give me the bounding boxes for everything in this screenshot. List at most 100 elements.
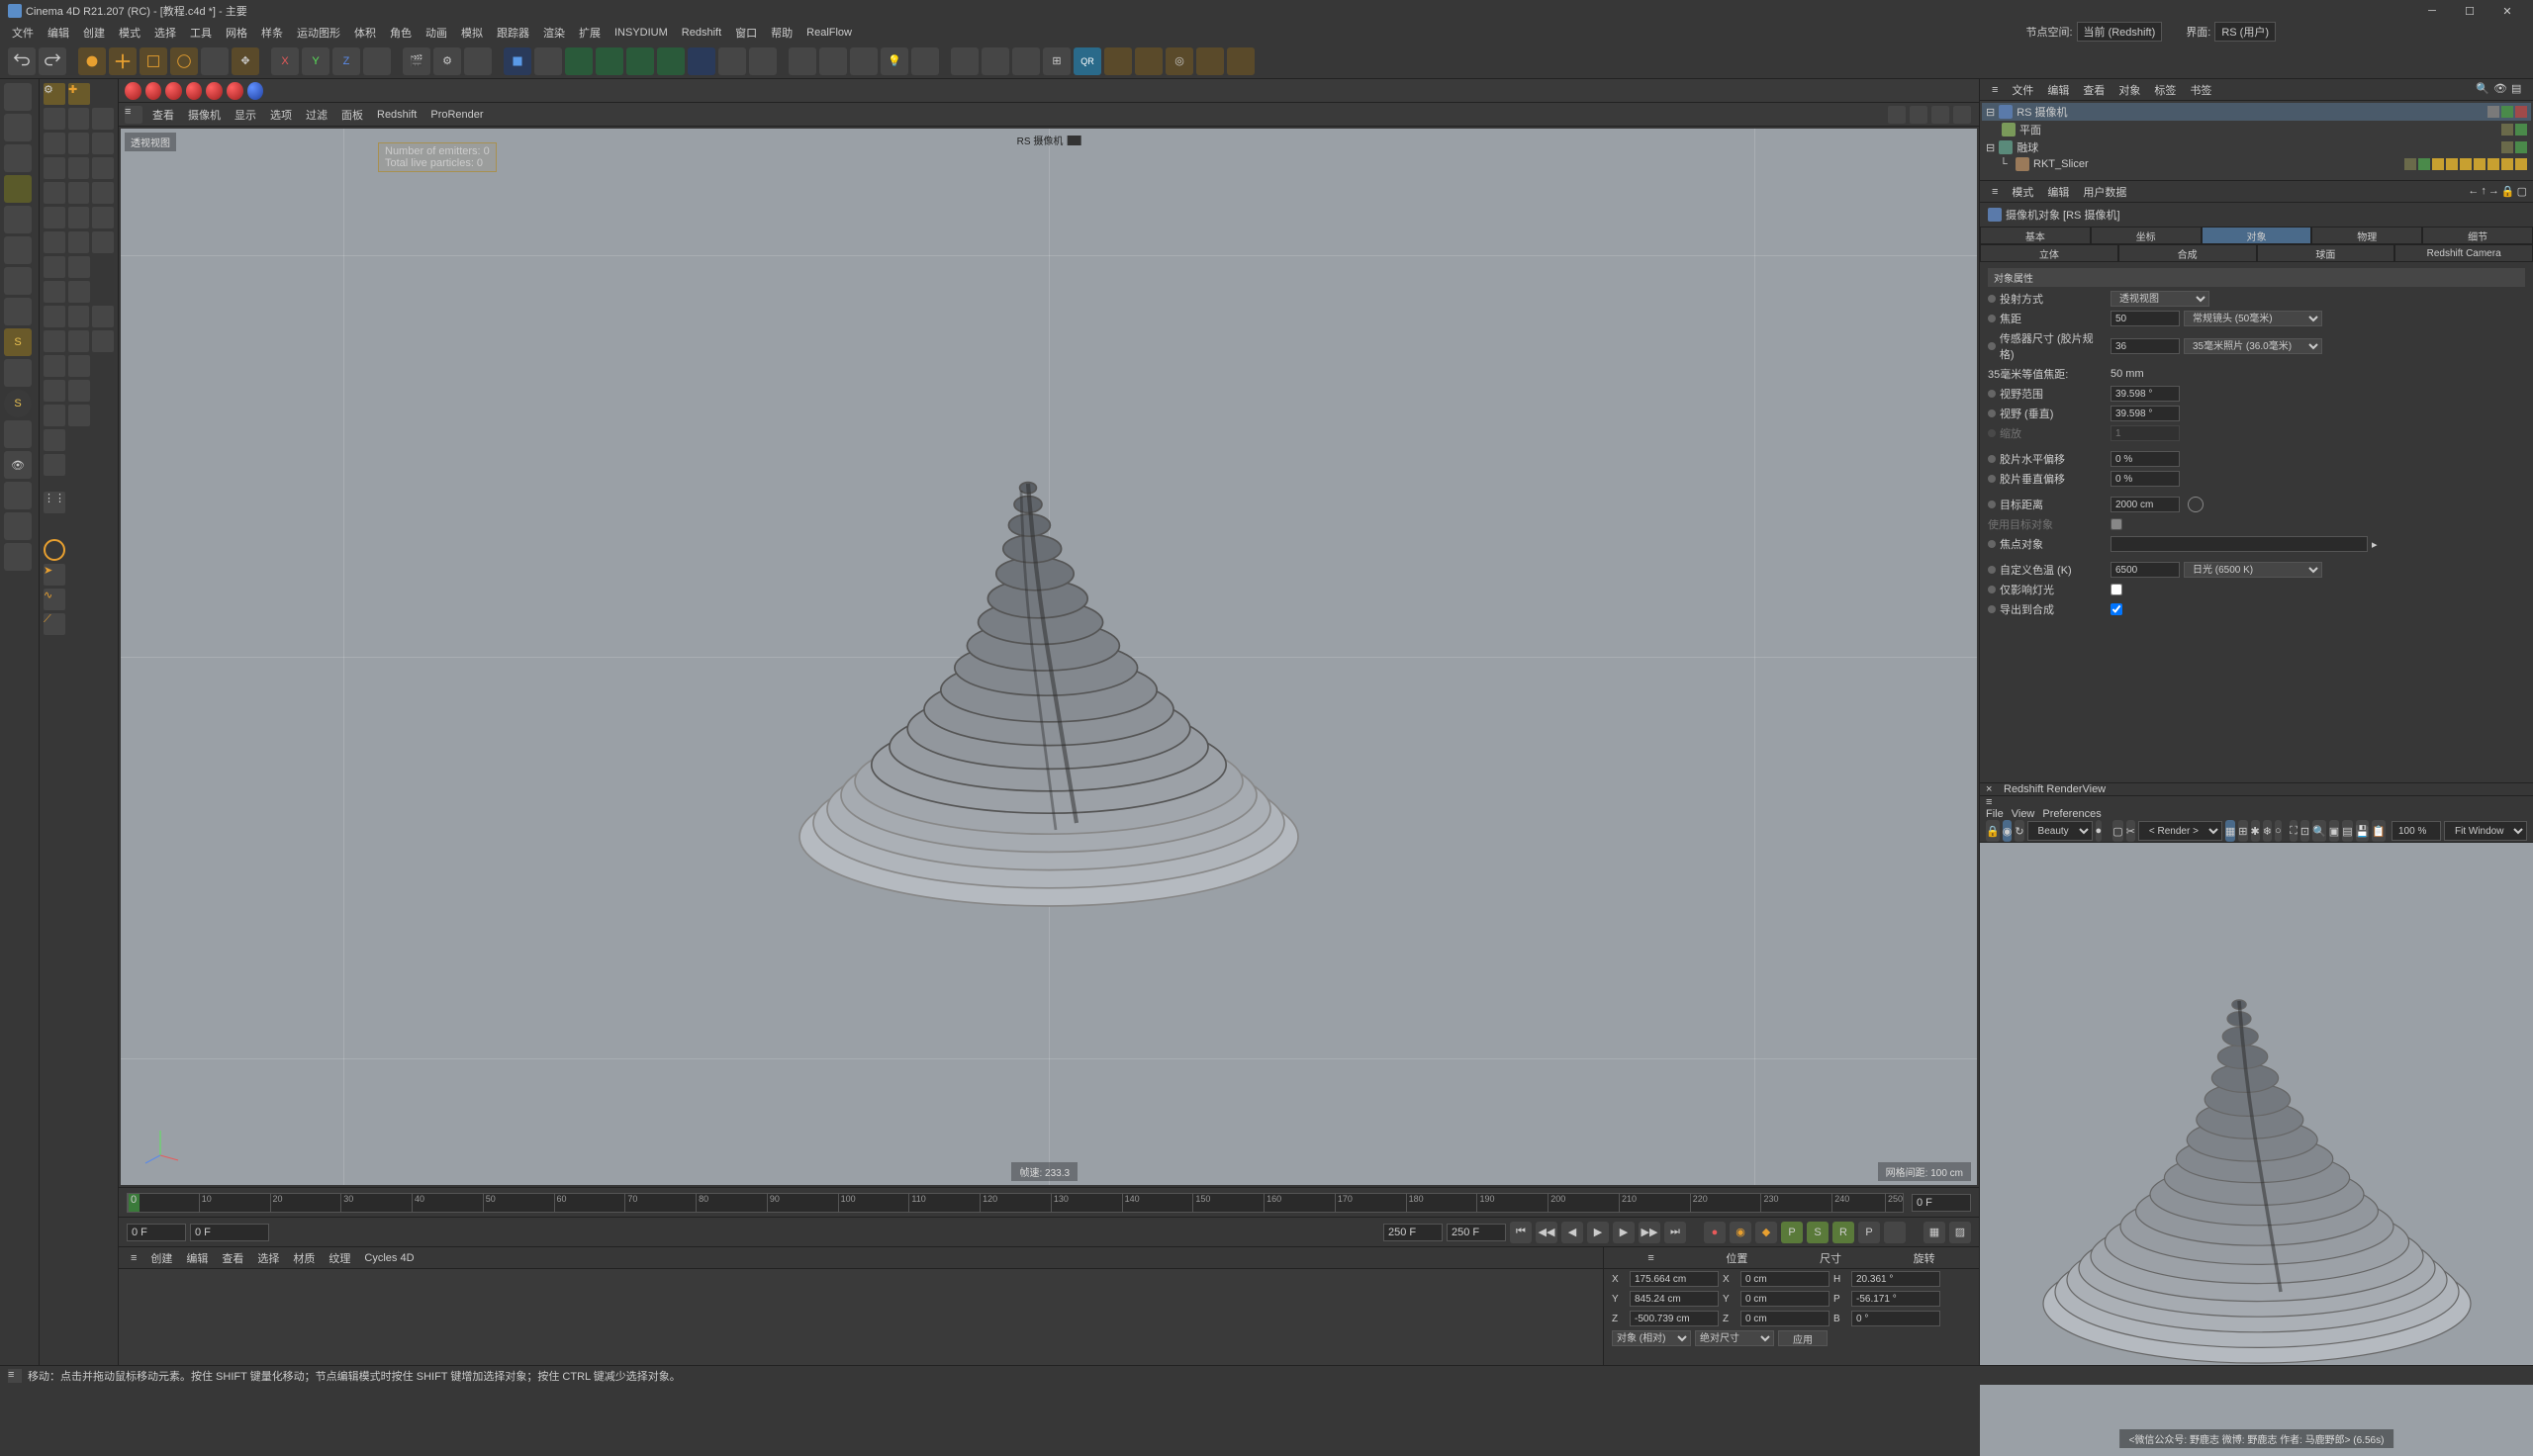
new-icon[interactable]: ▢	[2517, 185, 2527, 198]
whitebal-preset[interactable]: 日光 (6500 K)	[2184, 562, 2322, 578]
rv-refresh-icon[interactable]: ↻	[2015, 820, 2023, 842]
vp-prorender[interactable]: ProRender	[424, 107, 489, 123]
sensor-input[interactable]	[2111, 338, 2180, 354]
tool-r5c[interactable]	[92, 207, 114, 228]
redo-button[interactable]	[39, 47, 66, 75]
tool-r16a[interactable]: ⋮⋮	[44, 492, 65, 513]
arrow-tool-icon[interactable]: ➤	[44, 564, 65, 586]
tab-object[interactable]: 对象	[2202, 227, 2312, 244]
red-ball-3-icon[interactable]	[165, 82, 182, 100]
more2-icon[interactable]	[1227, 47, 1255, 75]
autokey-button[interactable]: ◉	[1730, 1222, 1751, 1243]
rv-snow-icon[interactable]: ❄	[2263, 820, 2272, 842]
tool-r2c[interactable]	[92, 133, 114, 154]
focal-preset[interactable]: 常规镜头 (50毫米)	[2184, 311, 2322, 326]
grid-mode[interactable]	[4, 482, 32, 509]
fwd-icon[interactable]: →	[2488, 185, 2499, 198]
tool-r12a[interactable]	[44, 380, 65, 402]
mat-edit[interactable]: 编辑	[180, 1248, 214, 1268]
tool-r3a[interactable]	[44, 157, 65, 179]
tool-r1b[interactable]	[68, 108, 90, 130]
tool-r2b[interactable]	[68, 133, 90, 154]
red-ball-6-icon[interactable]	[227, 82, 243, 100]
tab-basic[interactable]: 基本	[1980, 227, 2091, 244]
rot-key-button[interactable]: R	[1832, 1222, 1854, 1243]
vp-menu-icon[interactable]: ≡	[125, 106, 142, 124]
tag3-button[interactable]	[1012, 47, 1040, 75]
object-list[interactable]: ⊟RS 摄像机 平面 ⊟融球 └RKT_Slicer	[1980, 101, 2533, 180]
red-ball-5-icon[interactable]	[206, 82, 223, 100]
sculpt-mode[interactable]: S	[4, 390, 32, 417]
gear-icon[interactable]	[1135, 47, 1163, 75]
menu-insydium[interactable]: INSYDIUM	[609, 25, 674, 41]
obj-edit[interactable]: 编辑	[2041, 80, 2075, 100]
blue-ball-icon[interactable]	[247, 82, 264, 100]
viewport[interactable]: 透视视图 RS 摄像机 Number of emitters: 0 Total …	[121, 129, 1977, 1185]
rotate-tool[interactable]	[170, 47, 198, 75]
tool-r1a[interactable]	[44, 108, 65, 130]
shiftv-input[interactable]	[2111, 471, 2180, 487]
uv-mode[interactable]	[4, 298, 32, 325]
generator-button[interactable]	[565, 47, 593, 75]
world-axis-button[interactable]	[363, 47, 391, 75]
projection-select[interactable]: 透视视图	[2111, 291, 2209, 307]
obj-bookmarks[interactable]: 书签	[2184, 80, 2217, 100]
eye-icon[interactable]: 👁	[4, 451, 32, 479]
red-ball-4-icon[interactable]	[186, 82, 203, 100]
vp-nav2-icon[interactable]	[1910, 106, 1927, 124]
attr-mode[interactable]: 模式	[2006, 182, 2039, 202]
rv-snap2-icon[interactable]: ▤	[2342, 820, 2352, 842]
menu-mograph[interactable]: 运动图形	[291, 23, 346, 43]
target-input[interactable]	[2111, 497, 2180, 512]
tool-r8b[interactable]	[68, 281, 90, 303]
rv-save-icon[interactable]: 💾	[2356, 820, 2370, 842]
lock-icon[interactable]: 🔒	[2501, 185, 2515, 198]
point-mode[interactable]	[4, 206, 32, 233]
timeline[interactable]: 0 1020 3040 5060 7080 90100 110120 13014…	[119, 1187, 1979, 1217]
axis-y-button[interactable]: Y	[302, 47, 329, 75]
curve-tool-icon[interactable]: ⟋	[44, 613, 65, 635]
sky-button[interactable]	[819, 47, 847, 75]
red-ball-1-icon[interactable]	[125, 82, 141, 100]
record-button[interactable]: ●	[1704, 1222, 1726, 1243]
menu-character[interactable]: 角色	[384, 23, 418, 43]
coord-menu-icon[interactable]: ≡	[1647, 1252, 1653, 1264]
maximize-button[interactable]: ☐	[2452, 2, 2487, 20]
obj-tags[interactable]: 标签	[2148, 80, 2182, 100]
keyframe-button[interactable]: ◆	[1755, 1222, 1777, 1243]
tool-r11a[interactable]	[44, 355, 65, 377]
axis-z-button[interactable]: Z	[332, 47, 360, 75]
size-z[interactable]	[1740, 1311, 1829, 1326]
more-mode[interactable]	[4, 543, 32, 571]
obj-object[interactable]: 对象	[2112, 80, 2146, 100]
pos-x[interactable]	[1630, 1271, 1719, 1287]
up-icon[interactable]: ↑	[2481, 185, 2486, 198]
select-tool[interactable]	[78, 47, 106, 75]
coord-mode-select[interactable]: 对象 (相对)	[1612, 1330, 1691, 1346]
rv-close-icon[interactable]: ×	[1986, 783, 1998, 795]
polygon-mode[interactable]	[4, 267, 32, 295]
fovh-input[interactable]	[2111, 386, 2180, 402]
tool-r6c[interactable]	[92, 231, 114, 253]
tool-gear-icon[interactable]: ⚙	[44, 83, 65, 105]
menu-tracker[interactable]: 跟踪器	[491, 23, 535, 43]
rv-fit-select[interactable]: Fit Window	[2444, 821, 2527, 841]
play-button[interactable]: ▶	[1587, 1222, 1609, 1243]
search-icon[interactable]: 🔍	[2476, 82, 2491, 98]
rv-aov-select[interactable]: Beauty	[2027, 821, 2093, 841]
tool-r4c[interactable]	[92, 182, 114, 204]
shifth-input[interactable]	[2111, 451, 2180, 467]
menu-select[interactable]: 选择	[148, 23, 182, 43]
tool-r13b[interactable]	[68, 405, 90, 426]
red-ball-2-icon[interactable]	[145, 82, 162, 100]
axis-x-button[interactable]: X	[271, 47, 299, 75]
obj-view[interactable]: 查看	[2077, 80, 2111, 100]
texture-mode[interactable]	[4, 144, 32, 172]
menu-realflow[interactable]: RealFlow	[800, 25, 858, 41]
fcurve-button[interactable]: ▨	[1949, 1222, 1971, 1243]
tag2-button[interactable]	[982, 47, 1009, 75]
interface-select[interactable]: RS (用户)	[2214, 22, 2276, 42]
pos-z[interactable]	[1630, 1311, 1719, 1326]
rv-region-icon[interactable]: ▢	[2112, 820, 2122, 842]
size-mode-select[interactable]: 绝对尺寸	[1695, 1330, 1774, 1346]
